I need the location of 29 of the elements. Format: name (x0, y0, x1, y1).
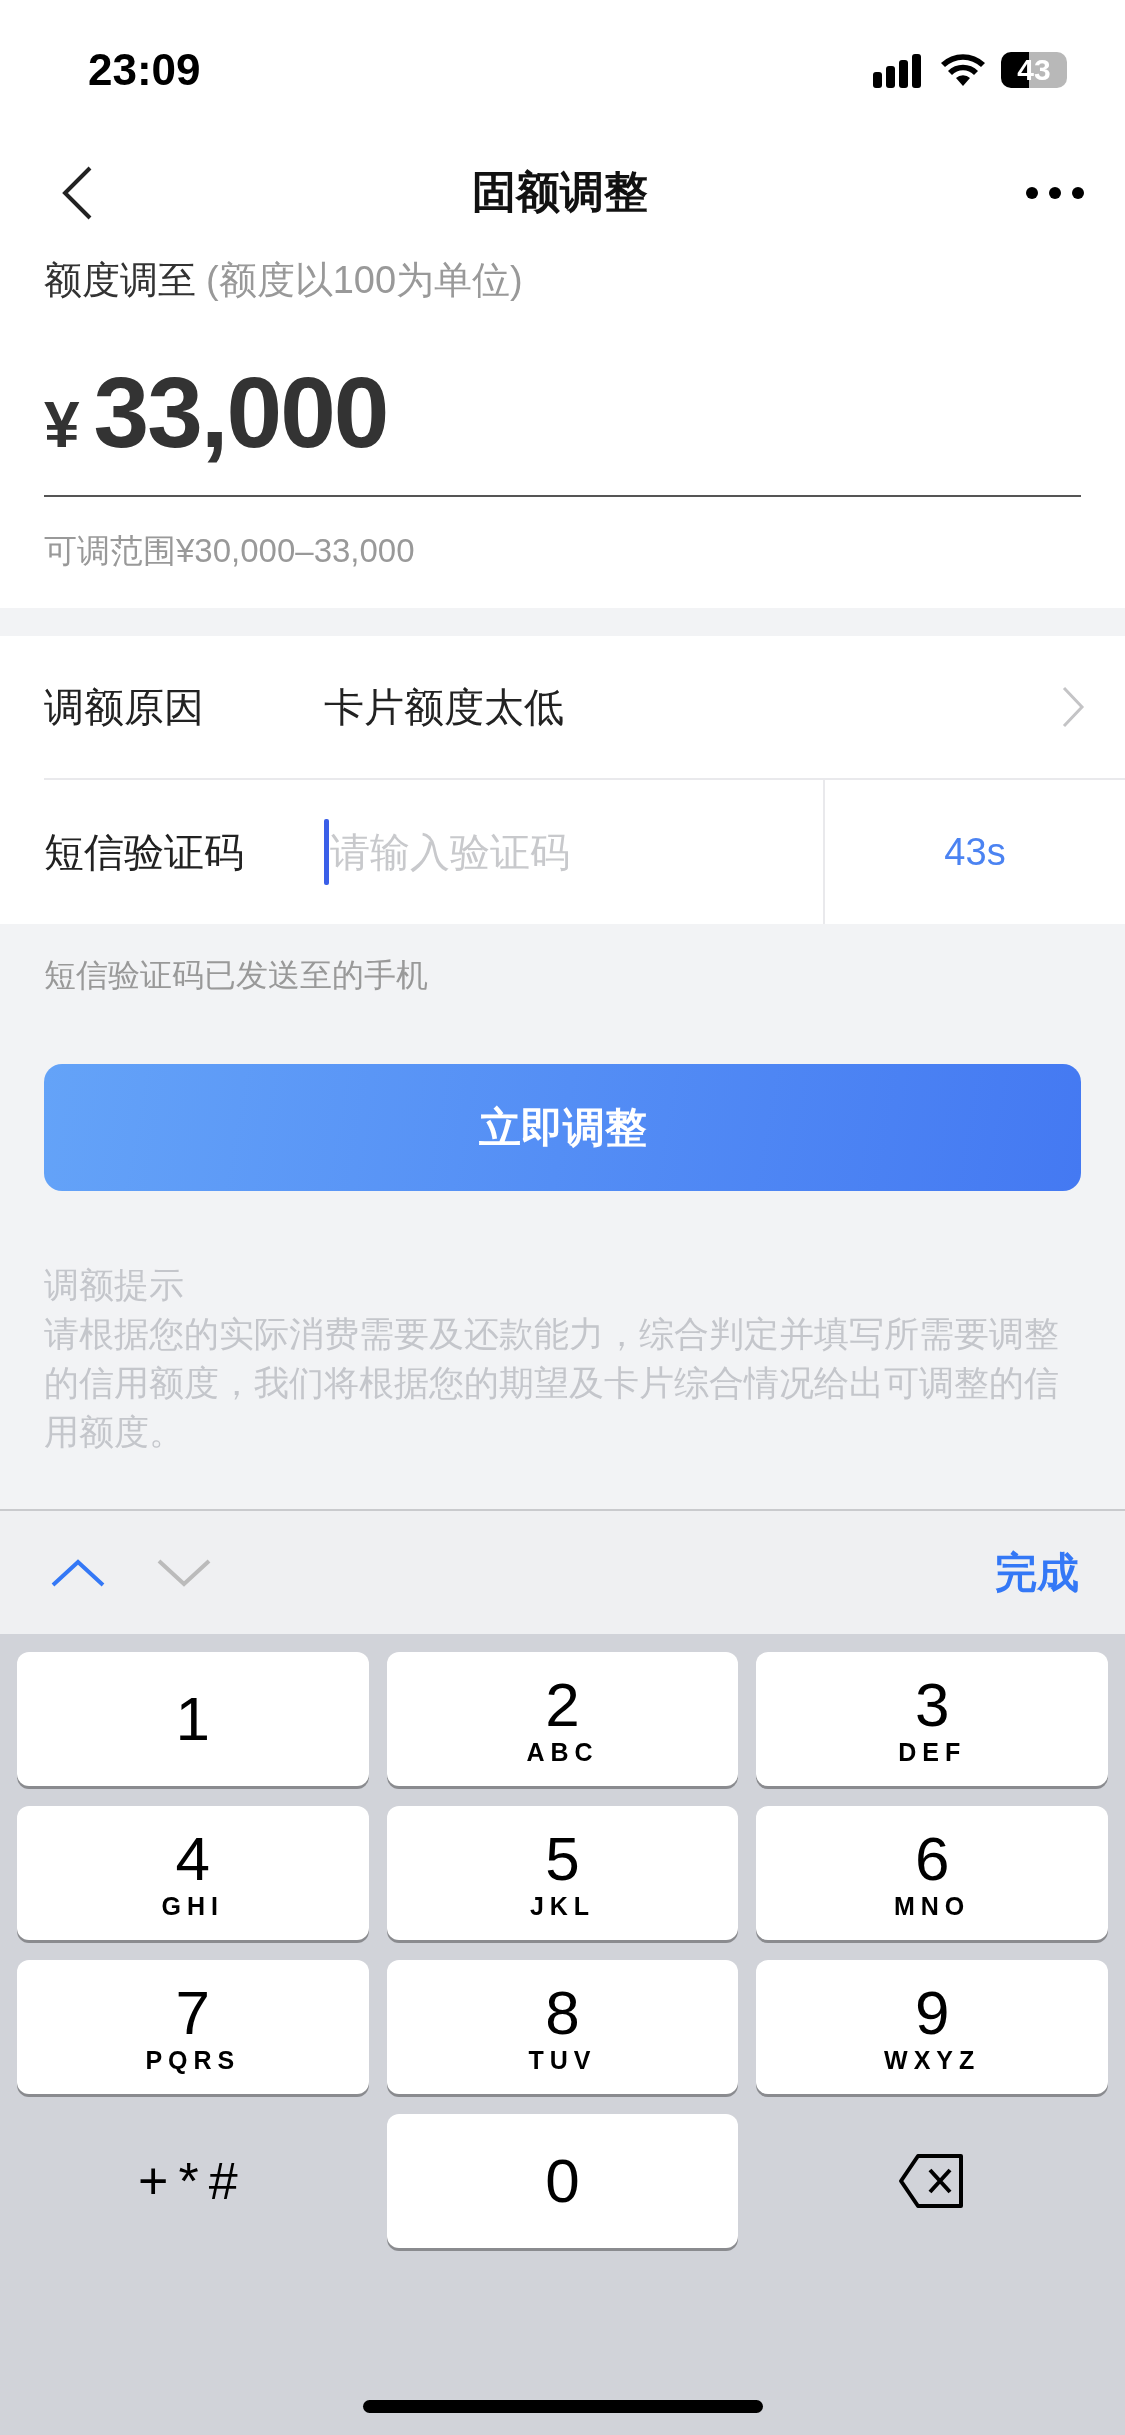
chevron-right-icon (1061, 685, 1085, 729)
amount-note: (额度以100为单位) (206, 257, 523, 303)
key[interactable]: 3 DEF (756, 1652, 1108, 1786)
key[interactable]: 0 (386, 2114, 739, 2248)
previous-field-button[interactable] (50, 1557, 106, 1588)
page-title: 固额调整 (471, 166, 648, 218)
key[interactable]: 8 TUV (386, 1960, 739, 2094)
key[interactable]: 9 WXYZ (756, 1960, 1108, 2094)
reason-label: 调额原因 (44, 683, 205, 731)
key[interactable]: 2 ABC (386, 1652, 739, 1786)
wifi-icon (939, 52, 987, 88)
symbols-key[interactable]: +*# (17, 2114, 369, 2248)
amount-value[interactable]: 33,000 (93, 355, 388, 470)
status-time: 23:09 (88, 45, 201, 95)
more-button[interactable] (1025, 185, 1085, 200)
key[interactable]: 4 GHI (17, 1806, 369, 1940)
back-button[interactable] (60, 164, 94, 221)
sms-hint: 短信验证码已发送至的手机 (43, 956, 429, 995)
key[interactable]: 6 MNO (756, 1806, 1108, 1940)
done-button[interactable]: 完成 (989, 1543, 1085, 1602)
key[interactable]: 5 JKL (386, 1806, 739, 1940)
currency-symbol: ¥ (44, 388, 80, 462)
key[interactable]: 1 (17, 1652, 369, 1786)
countdown-text: 43s (943, 830, 1007, 874)
key[interactable]: 7 PQRS (17, 1960, 369, 2094)
amount-label: 额度调至 (44, 257, 196, 303)
reason-value[interactable]: 卡片额度太低 (324, 679, 1061, 735)
sms-label: 短信验证码 (44, 828, 245, 876)
range-text: 可调范围¥30,000–33,000 (44, 531, 416, 571)
